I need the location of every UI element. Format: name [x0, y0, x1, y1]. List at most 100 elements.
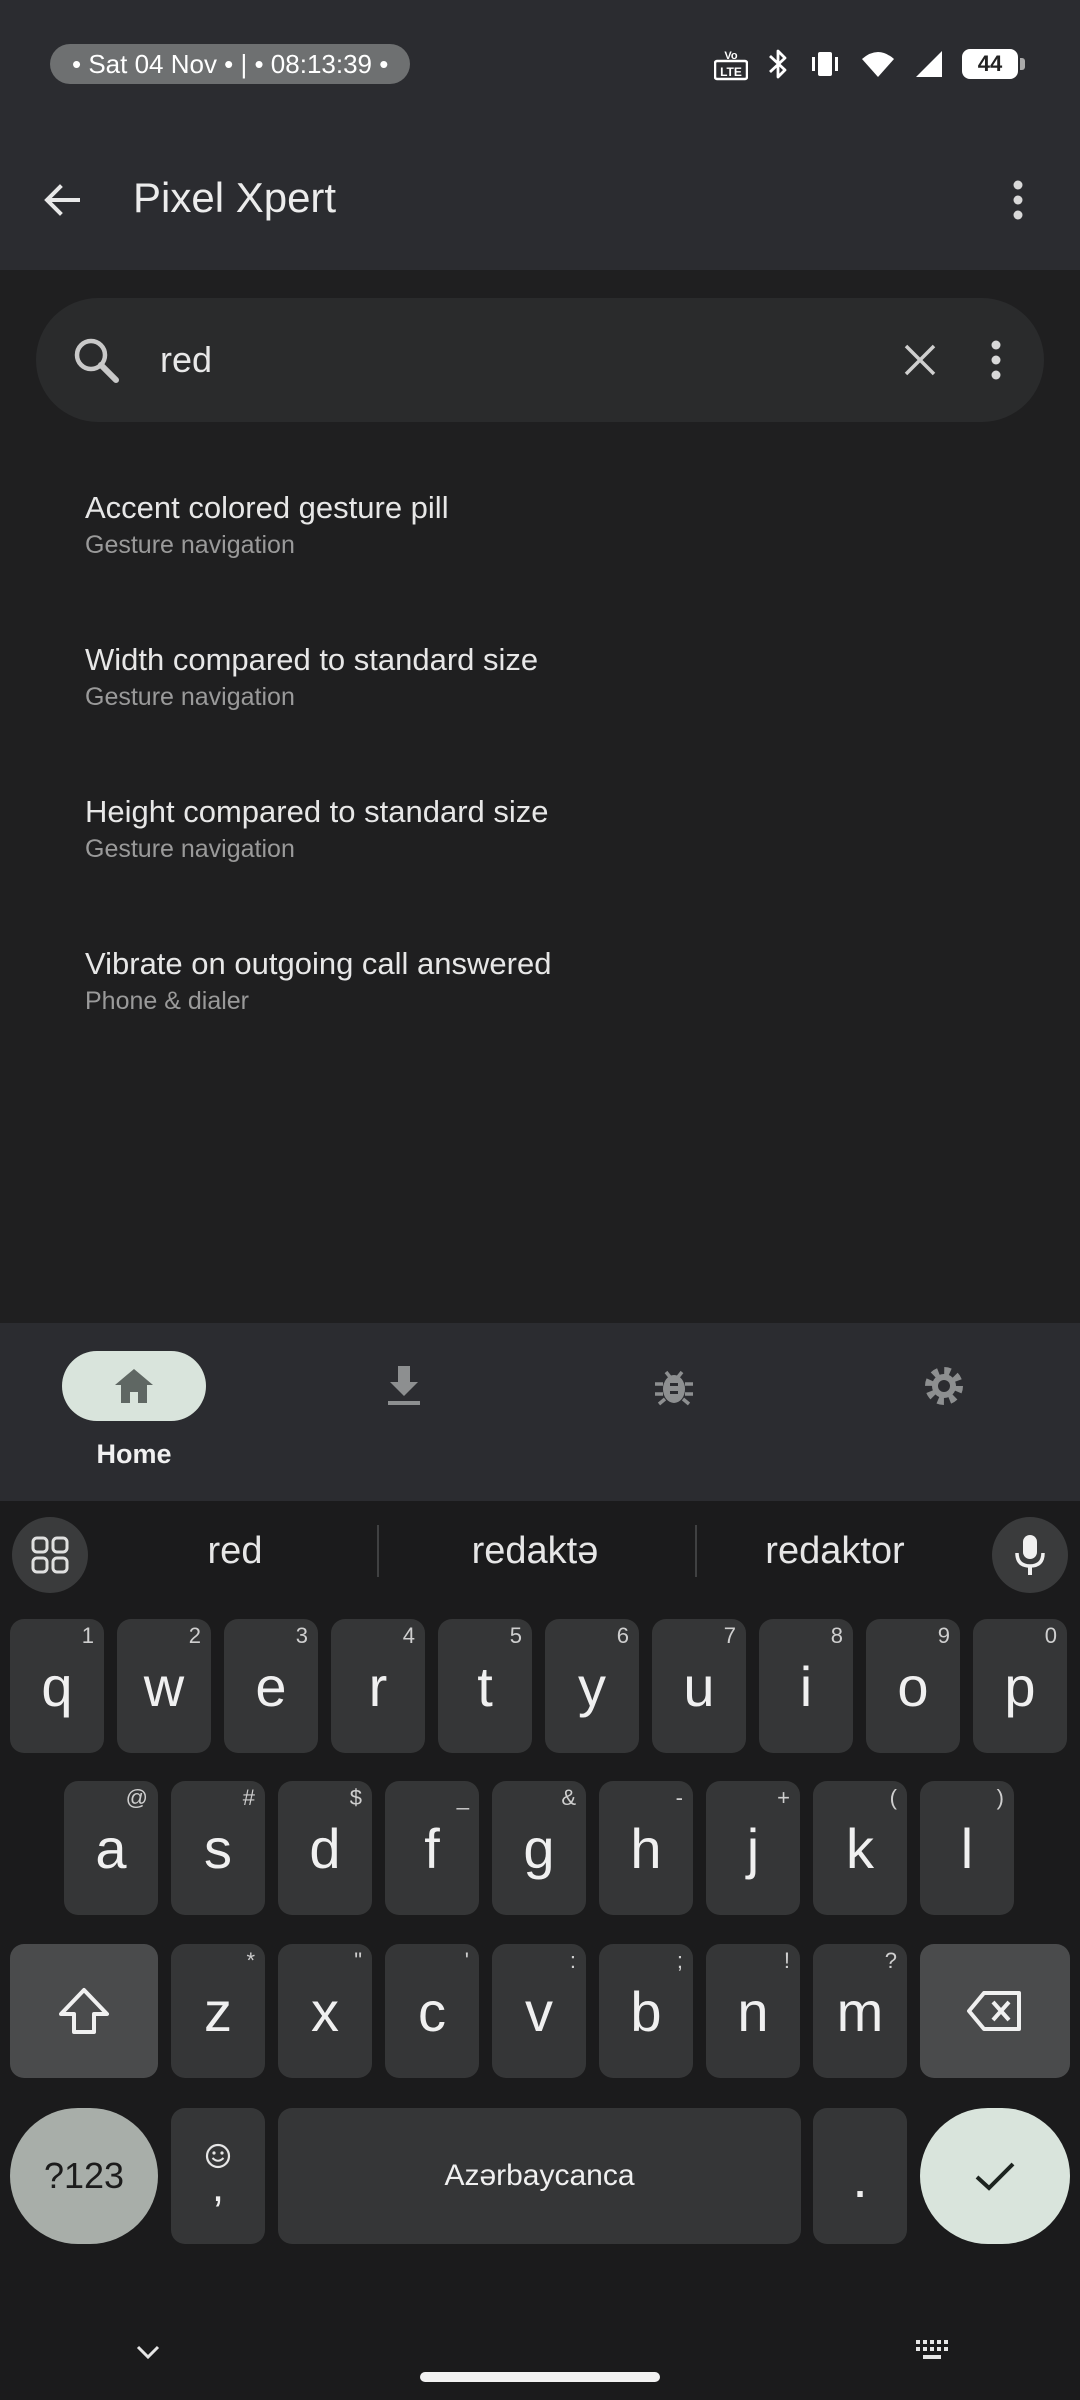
bottom-navigation: Home — [0, 1323, 1080, 1501]
key-x[interactable]: x " — [278, 1944, 372, 2078]
search-result-item[interactable]: Accent colored gesture pill Gesture navi… — [85, 488, 985, 562]
key-q[interactable]: q1 — [10, 1619, 104, 1753]
key-k[interactable]: k( — [813, 1781, 907, 1915]
suggestion-divider — [377, 1525, 379, 1577]
backspace-key[interactable] — [920, 1944, 1070, 2078]
search-input[interactable]: red — [160, 334, 212, 386]
key-g[interactable]: g & — [492, 1781, 586, 1915]
key-c[interactable]: c ' — [385, 1944, 479, 2078]
suggestion-strip: red redaktə redaktor — [0, 1501, 1080, 1597]
close-icon — [904, 344, 936, 376]
search-result-item[interactable]: Width compared to standard size Gesture … — [85, 640, 985, 714]
key-n[interactable]: n! — [706, 1944, 800, 2078]
shift-key[interactable] — [10, 1944, 158, 2078]
nav-item-debug[interactable] — [602, 1351, 782, 1481]
grid-icon — [31, 1536, 69, 1574]
system-navigation-bar — [0, 2320, 1080, 2400]
key-z[interactable]: z * — [171, 1944, 265, 2078]
key-f[interactable]: f _ — [385, 1781, 479, 1915]
suggestion-2[interactable]: redaktə — [415, 1523, 655, 1579]
nav-item-downloads[interactable] — [332, 1351, 512, 1481]
search-bar[interactable]: red — [36, 298, 1044, 422]
battery-icon: 44 — [962, 49, 1025, 79]
nav-item-home[interactable]: Home — [62, 1351, 242, 1481]
nav-label-home: Home — [96, 1439, 172, 1469]
key-i[interactable]: i8 — [759, 1619, 853, 1753]
search-content: red Accent colored gesture pill Gesture … — [0, 270, 1080, 1323]
suggestion-1[interactable]: red — [125, 1523, 345, 1579]
nav-indicator — [602, 1351, 746, 1421]
svg-text:LTE: LTE — [720, 65, 742, 79]
result-title: Height compared to standard size — [85, 794, 549, 829]
key-w[interactable]: w2 — [117, 1619, 211, 1753]
app-bar: Pixel Xpert — [0, 130, 1080, 270]
arrow-back-icon — [44, 184, 80, 216]
key-t[interactable]: t5 — [438, 1619, 532, 1753]
back-button[interactable] — [30, 168, 94, 232]
download-icon — [388, 1366, 420, 1405]
key-r[interactable]: r4 — [331, 1619, 425, 1753]
result-title: Width compared to standard size — [85, 642, 539, 677]
key-p[interactable]: p0 — [973, 1619, 1067, 1753]
settings-icon — [925, 1367, 963, 1405]
shift-icon — [59, 1988, 109, 2034]
key-d[interactable]: d $ — [278, 1781, 372, 1915]
search-result-item[interactable]: Height compared to standard size Gesture… — [85, 792, 985, 866]
result-category: Gesture navigation — [85, 683, 295, 711]
check-icon — [975, 2162, 1015, 2191]
mic-icon — [1015, 1535, 1045, 1575]
nav-indicator — [62, 1351, 206, 1421]
status-icons: LTE Vo 44 — [714, 46, 1025, 82]
key-l[interactable]: l) — [920, 1781, 1014, 1915]
key-h[interactable]: h- — [599, 1781, 693, 1915]
key-b[interactable]: b; — [599, 1944, 693, 2078]
key-y[interactable]: y6 — [545, 1619, 639, 1753]
space-bar[interactable]: Azərbaycanca — [278, 2108, 801, 2244]
search-icon — [74, 338, 119, 383]
key-o[interactable]: o9 — [866, 1619, 960, 1753]
symbols-key[interactable]: ?123 — [10, 2108, 158, 2244]
status-datetime: • Sat 04 Nov • | • 08:13:39 • — [50, 44, 411, 84]
vibrate-icon — [812, 52, 838, 76]
svg-text:Vo: Vo — [724, 50, 738, 62]
signal-icon — [916, 51, 942, 77]
soft-keyboard: red redaktə redaktor q1 w2 e3 r4 t5 y6 u… — [0, 1501, 1080, 2400]
nav-item-settings[interactable] — [872, 1351, 1052, 1481]
result-category: Gesture navigation — [85, 531, 295, 559]
status-bar: • Sat 04 Nov • | • 08:13:39 • LTE Vo 44 — [0, 0, 1080, 130]
keyboard-switch-icon[interactable] — [914, 2338, 954, 2364]
enter-key[interactable] — [920, 2108, 1070, 2244]
hide-keyboard-icon[interactable] — [133, 2342, 163, 2362]
nav-indicator — [332, 1351, 476, 1421]
bug-icon — [655, 1370, 693, 1406]
suggestion-3[interactable]: redaktor — [725, 1523, 945, 1579]
backspace-icon — [967, 1991, 1021, 2031]
suggestion-divider — [695, 1525, 697, 1577]
wifi-icon — [862, 52, 894, 77]
clear-search-button[interactable] — [892, 332, 948, 388]
home-icon — [115, 1369, 153, 1403]
search-result-item[interactable]: Vibrate on outgoing call answered Phone … — [85, 944, 985, 1018]
result-category: Phone & dialer — [85, 987, 250, 1015]
key-u[interactable]: u7 — [652, 1619, 746, 1753]
key-a[interactable]: a @ — [64, 1781, 158, 1915]
key-j[interactable]: j + — [706, 1781, 800, 1915]
key-e[interactable]: e3 — [224, 1619, 318, 1753]
volte-icon: LTE Vo — [714, 50, 748, 81]
key-s[interactable]: s # — [171, 1781, 265, 1915]
overflow-menu-button[interactable] — [986, 168, 1050, 232]
more-vert-icon — [1013, 180, 1023, 220]
voice-input-button[interactable] — [992, 1517, 1068, 1593]
emoji-comma-key[interactable]: , — [171, 2108, 265, 2244]
period-key[interactable]: . — [813, 2108, 907, 2244]
page-title: Pixel Xpert — [133, 174, 337, 221]
bluetooth-icon — [769, 49, 787, 79]
more-vert-icon — [991, 340, 1001, 380]
nav-indicator — [872, 1351, 1016, 1421]
key-m[interactable]: m? — [813, 1944, 907, 2078]
key-v[interactable]: v: — [492, 1944, 586, 2078]
result-title: Accent colored gesture pill — [85, 490, 449, 525]
gesture-handle[interactable] — [420, 2372, 660, 2382]
search-menu-button[interactable] — [976, 332, 1016, 388]
keyboard-menu-button[interactable] — [12, 1517, 88, 1593]
